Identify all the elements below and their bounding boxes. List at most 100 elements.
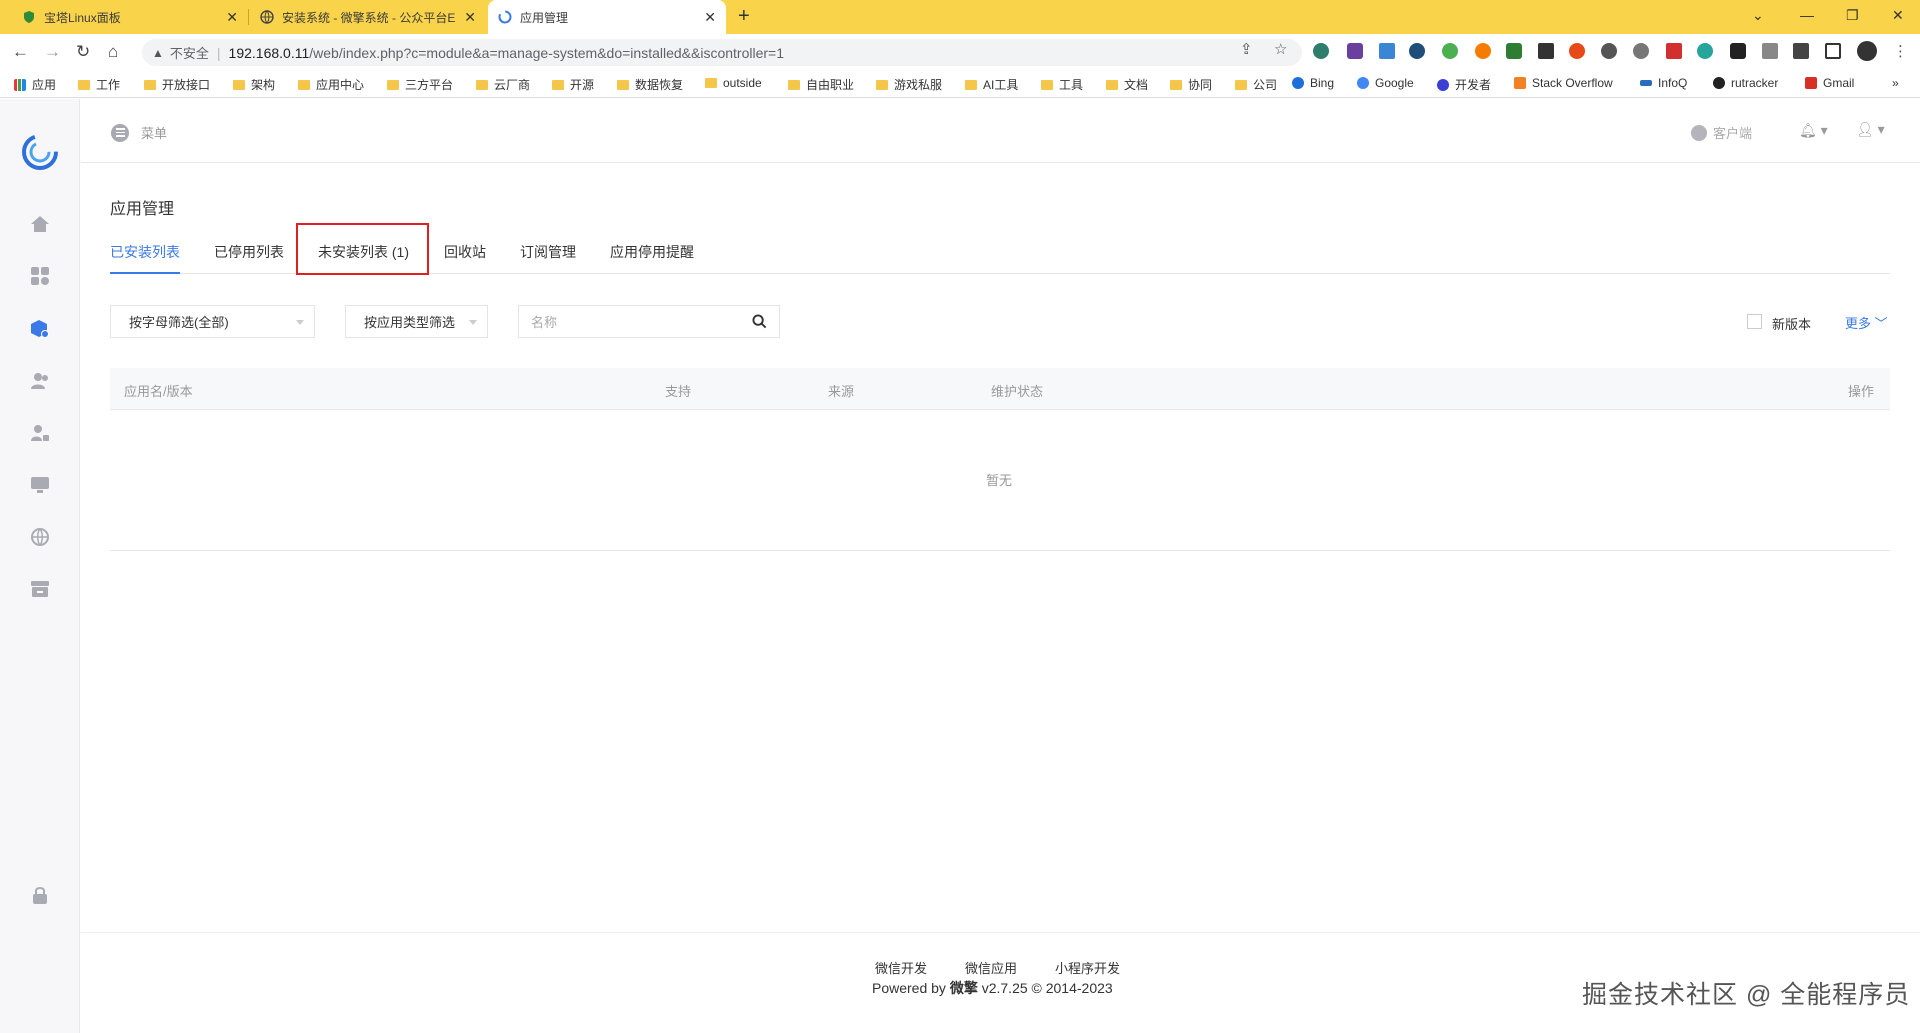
extension-icon[interactable] (1762, 43, 1778, 59)
extension-icon[interactable] (1601, 43, 1617, 59)
bookmarks-overflow-button[interactable]: » (1892, 76, 1899, 90)
extension-icon[interactable] (1666, 43, 1682, 59)
monitor-icon[interactable] (28, 473, 52, 497)
browser-tab-baota[interactable]: 宝塔Linux面板 ✕ (12, 0, 249, 34)
maximize-button[interactable]: ❐ (1846, 7, 1859, 24)
extension-icon[interactable] (1633, 43, 1649, 59)
close-tab-icon[interactable]: ✕ (464, 9, 476, 26)
globe-icon[interactable] (28, 525, 52, 549)
extension-icon[interactable] (1409, 43, 1425, 59)
forward-arrow-icon[interactable]: → (44, 42, 61, 62)
bookmark-rutracker[interactable]: rutracker (1713, 76, 1778, 90)
footer-link[interactable]: 微信开发 (875, 958, 927, 977)
minimize-button[interactable]: — (1800, 7, 1814, 23)
bookmark-gmail[interactable]: Gmail (1805, 76, 1854, 90)
close-tab-icon[interactable]: ✕ (226, 9, 238, 26)
bookmark-folder[interactable]: 工具 (1041, 76, 1083, 93)
new-tab-button[interactable]: + (738, 5, 750, 28)
extension-icon[interactable] (1313, 43, 1329, 59)
tab-disable-reminder[interactable]: 应用停用提醒 (610, 242, 694, 262)
folder-icon (965, 79, 977, 90)
bookmark-folder[interactable]: 协同 (1170, 76, 1212, 93)
extension-icon[interactable] (1569, 43, 1585, 59)
client-button[interactable]: 客户端 (1691, 123, 1752, 142)
letter-filter-select[interactable]: 按字母筛选(全部) (110, 305, 315, 338)
store-icon[interactable] (28, 577, 52, 601)
bookmark-folder[interactable]: outside (705, 76, 762, 90)
extension-icon[interactable] (1347, 43, 1363, 59)
tab-subscriptions[interactable]: 订阅管理 (520, 242, 576, 262)
bookmark-folder[interactable]: 游戏私服 (876, 76, 942, 93)
lock-icon[interactable] (28, 883, 52, 907)
extension-icon[interactable] (1730, 43, 1746, 59)
bookmark-folder[interactable]: 公司 (1235, 76, 1277, 93)
tab-installed[interactable]: 已安装列表 (110, 242, 180, 262)
bookmark-label: 云厂商 (494, 78, 531, 92)
bookmark-folder[interactable]: 云厂商 (476, 76, 530, 93)
browser-tab-strip: 宝塔Linux面板 ✕ 安装系统 - 微擎系统 - 公众平台E ✕ 应用管理 ✕… (0, 0, 1920, 34)
extension-icon[interactable] (1697, 43, 1713, 59)
module-cube-icon[interactable] (28, 317, 52, 341)
bookmark-folder[interactable]: 架构 (233, 76, 275, 93)
folder-icon (1235, 79, 1247, 90)
watermark-text: 掘金技术社区 @ 全能程序员 (1582, 981, 1911, 1009)
profile-avatar[interactable] (1857, 41, 1877, 61)
new-version-checkbox[interactable] (1747, 314, 1762, 329)
apps-grid-icon[interactable] (28, 264, 52, 288)
bookmark-folder[interactable]: 文档 (1106, 76, 1148, 93)
more-dropdown-button[interactable]: 更多 ﹀ (1845, 313, 1888, 332)
tab-disabled[interactable]: 已停用列表 (214, 242, 284, 262)
bookmark-folder[interactable]: 应用中心 (298, 76, 364, 93)
user-avatar-icon[interactable]: 👤︎ ▾ (1856, 121, 1885, 138)
bookmark-folder[interactable]: AI工具 (965, 76, 1018, 93)
developer-icon (1437, 78, 1449, 91)
footer-link[interactable]: 小程序开发 (1055, 958, 1120, 977)
bookmark-folder[interactable]: 工作 (78, 76, 120, 93)
extension-icon[interactable] (1538, 43, 1554, 59)
bookmark-folder[interactable]: 三方平台 (387, 76, 453, 93)
home-icon[interactable]: ⌂ (108, 42, 118, 62)
bookmark-stackoverflow[interactable]: Stack Overflow (1514, 76, 1613, 90)
type-filter-select[interactable]: 按应用类型筛选 (345, 305, 488, 338)
letter-filter-value: 按字母筛选(全部) (129, 315, 229, 330)
google-icon (1357, 77, 1369, 89)
extension-icon[interactable] (1442, 43, 1458, 59)
bookmark-folder[interactable]: 开源 (552, 76, 594, 93)
menu-toggle-button[interactable]: 菜单 (111, 123, 167, 142)
bookmark-folder[interactable]: 开放接口 (144, 76, 210, 93)
close-window-button[interactable]: ✕ (1892, 7, 1904, 24)
extension-icon[interactable] (1506, 43, 1522, 59)
browser-tab-title: 安装系统 - 微擎系统 - 公众平台E (282, 10, 456, 25)
bookmark-star-icon[interactable]: ☆ (1274, 40, 1287, 58)
share-icon[interactable]: ⇪ (1240, 40, 1253, 58)
extension-icon[interactable] (1379, 43, 1395, 59)
search-icon[interactable] (752, 314, 767, 332)
bookmark-folder[interactable]: 自由职业 (788, 76, 854, 93)
footer-link[interactable]: 微信应用 (965, 958, 1017, 977)
tab-search-chevron-icon[interactable]: ⌄ (1752, 7, 1764, 24)
bookmark-apps[interactable]: 应用 (14, 76, 56, 93)
browser-menu-icon[interactable]: ⋮ (1893, 42, 1908, 60)
tab-recycle-bin[interactable]: 回收站 (444, 242, 486, 262)
extension-icon[interactable] (1475, 43, 1491, 59)
extensions-puzzle-icon[interactable] (1793, 43, 1809, 59)
bookmark-developer[interactable]: 开发者 (1437, 76, 1491, 93)
browser-tab-install[interactable]: 安装系统 - 微擎系统 - 公众平台E ✕ (250, 0, 486, 34)
bookmark-bing[interactable]: Bing (1292, 76, 1334, 90)
users-icon[interactable] (28, 369, 52, 393)
user-lock-icon[interactable] (28, 421, 52, 445)
bookmark-infoq[interactable]: InfoQ (1640, 76, 1687, 90)
back-arrow-icon[interactable]: ← (12, 42, 29, 62)
name-search-input[interactable]: 名称 (518, 305, 780, 338)
side-panel-icon[interactable] (1825, 43, 1841, 59)
column-header: 操作 (1848, 384, 1875, 399)
browser-tab-app-manage[interactable]: 应用管理 ✕ (488, 0, 726, 34)
address-bar[interactable]: ▲ 不安全 | 192.168.0.11/web/index.php?c=mod… (142, 39, 1302, 66)
weengine-logo-icon[interactable] (19, 131, 61, 173)
close-tab-icon[interactable]: ✕ (704, 9, 716, 26)
bookmark-google[interactable]: Google (1357, 76, 1414, 90)
reload-icon[interactable]: ↻ (76, 42, 90, 62)
bookmark-folder[interactable]: 数据恢复 (617, 76, 683, 93)
notification-bell-icon[interactable]: 🔔︎ ▾ (1799, 122, 1828, 139)
home-icon[interactable] (28, 212, 52, 236)
